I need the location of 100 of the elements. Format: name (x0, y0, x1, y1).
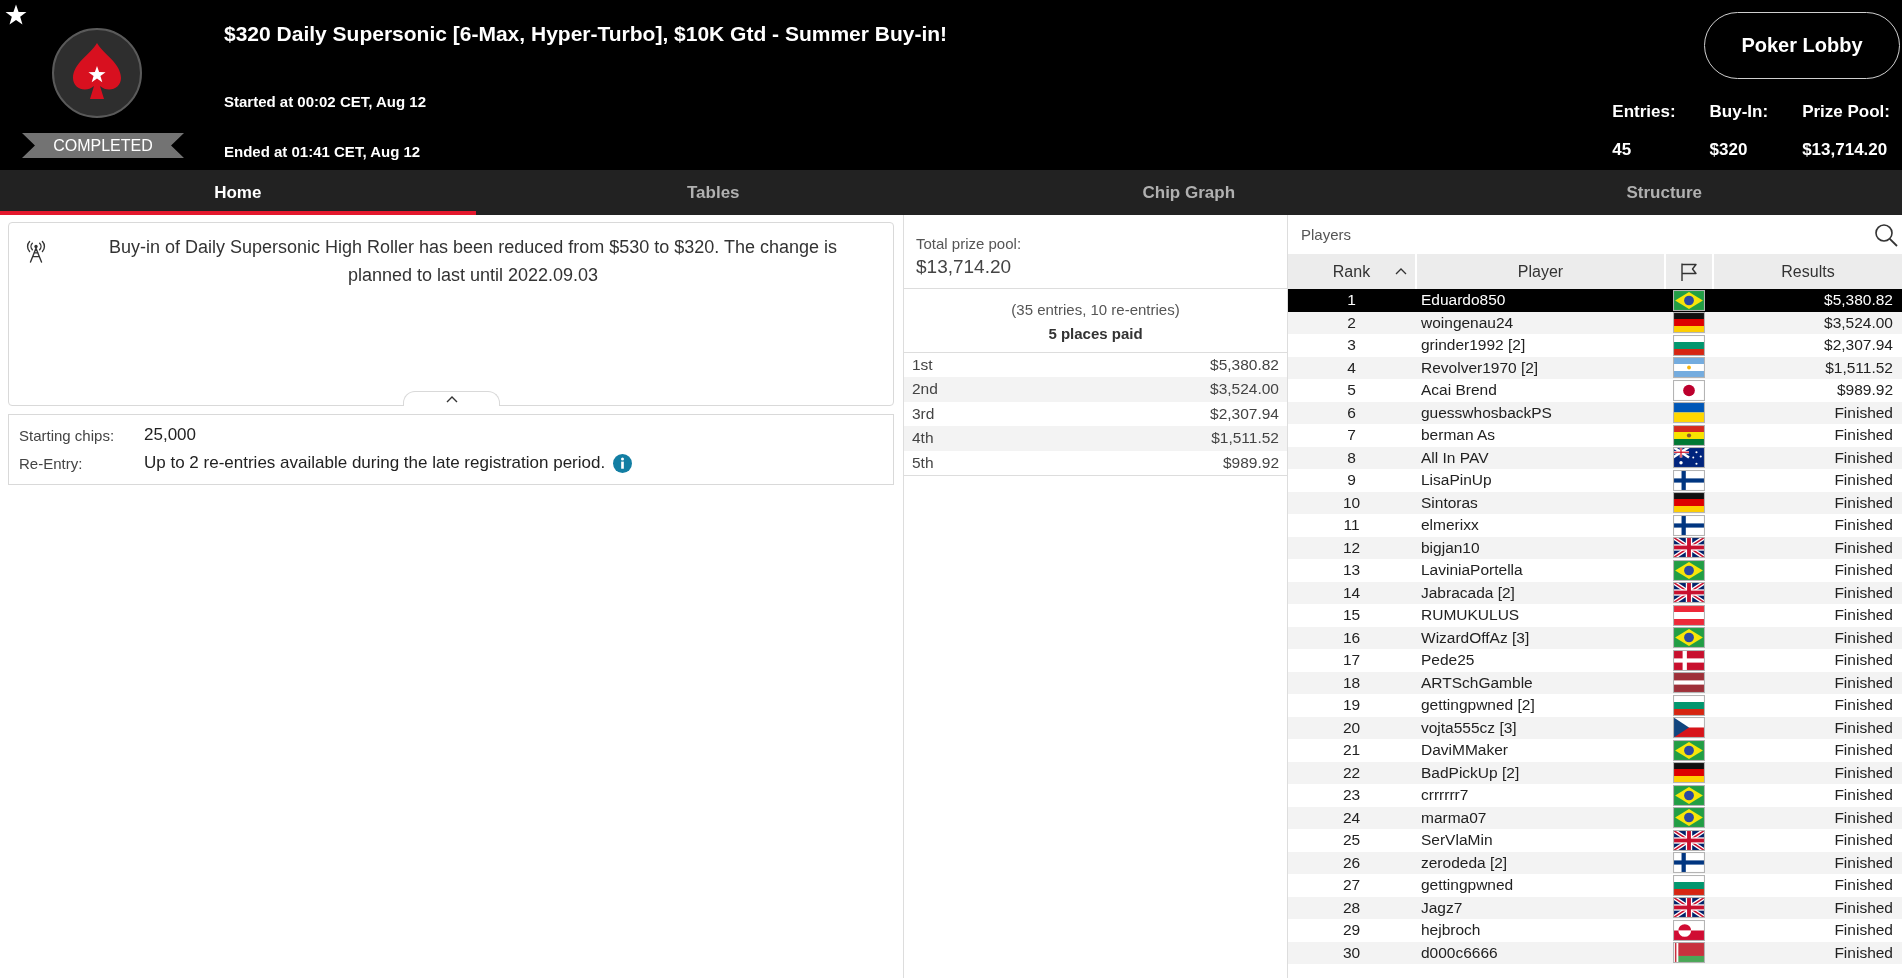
germany-flag-icon (1673, 492, 1705, 514)
player-name-cell-text: Pede25 (1420, 650, 1476, 670)
player-row[interactable]: 6 guesswhosbackPS Finished (1288, 401, 1902, 424)
rank-cell-text: 20 (1341, 717, 1362, 738)
result-cell-text: Finished (1833, 852, 1894, 873)
rank-cell-text: 11 (1342, 515, 1361, 535)
japan-flag-icon (1673, 379, 1705, 401)
payout-place: 4th (912, 428, 934, 449)
rank-cell-text: 28 (1341, 897, 1362, 918)
player-row[interactable]: 3 grinder1992 [2] $2,307.94 (1288, 334, 1902, 357)
tab[interactable]: Structure (1426, 170, 1902, 215)
player-row[interactable]: 24 marma07 Finished (1288, 806, 1902, 829)
player-name-cell-text: guesswhosbackPS (1420, 402, 1553, 423)
brazil-flag-icon (1673, 289, 1705, 311)
player-row[interactable]: 19 gettingpwned [2] Finished (1288, 694, 1902, 717)
payout-amount: $3,524.00 (1210, 379, 1279, 400)
flag-outline-icon (1679, 261, 1699, 282)
player-name-cell-text: LisaPinUp (1420, 470, 1493, 490)
player-name-cell-text: crrrrrr7 (1420, 785, 1470, 805)
result-cell-text: Finished (1833, 762, 1894, 783)
rank-cell-text: 12 (1341, 537, 1362, 558)
result-cell-text: Finished (1833, 807, 1894, 828)
player-name-cell-text: Acai Brend (1420, 380, 1498, 400)
player-row[interactable]: 4 Revolver1970 [2] $1,511.52 (1288, 356, 1902, 379)
rank-cell-text: 10 (1341, 492, 1362, 513)
player-row[interactable]: 17 Pede25 Finished (1288, 649, 1902, 672)
result-cell-text: Finished (1833, 942, 1894, 963)
player-row[interactable]: 13 LaviniaPortella Finished (1288, 559, 1902, 582)
tournament-title: $320 Daily Supersonic [6-Max, Hyper-Turbo], $10K Gtd - Summer Buy-in! (224, 21, 948, 47)
player-row[interactable]: 26 zerodeda [2] Finished (1288, 851, 1902, 874)
prize-pool-label: Total prize pool: (916, 234, 1023, 254)
player-row[interactable]: 25 SerVlaMin Finished (1288, 829, 1902, 852)
player-row[interactable]: 20 vojta555cz [3] Finished (1288, 716, 1902, 739)
result-cell-text: Finished (1833, 560, 1894, 580)
bulgaria-flag-icon (1673, 334, 1705, 356)
payout-place: 1st (912, 355, 933, 375)
player-row[interactable]: 21 DaviMMaker Finished (1288, 739, 1902, 762)
poker-lobby-button[interactable]: Poker Lobby (1704, 12, 1900, 79)
result-cell-text: Finished (1833, 740, 1894, 760)
tab[interactable]: Chip Graph (951, 170, 1427, 215)
player-name-cell-text: d000c6666 (1420, 942, 1499, 963)
player-row[interactable]: 12 bigjan10 Finished (1288, 536, 1902, 559)
player-name-cell-text: woingenau24 (1420, 312, 1515, 333)
tab[interactable]: Tables (475, 170, 951, 215)
player-row[interactable]: 23 crrrrrr7 Finished (1288, 784, 1902, 807)
player-row[interactable]: 9 LisaPinUp Finished (1288, 469, 1902, 492)
player-row[interactable]: 14 Jabracada [2] Finished (1288, 581, 1902, 604)
player-row[interactable]: 27 gettingpwned Finished (1288, 874, 1902, 897)
rank-cell-text: 15 (1341, 605, 1362, 625)
player-name-cell-text: gettingpwned [2] (1420, 695, 1536, 715)
player-name-cell-text: WizardOffAz [3] (1420, 627, 1531, 648)
player-name-cell-text: BadPickUp [2] (1420, 762, 1521, 783)
result-cell-text: $989.92 (1835, 380, 1894, 400)
star-icon[interactable] (4, 3, 28, 26)
player-row[interactable]: 1 Eduardo850 $5,380.82 (1288, 289, 1902, 312)
column-header[interactable]: Rank (1288, 254, 1415, 289)
result-cell-text: Finished (1833, 470, 1894, 490)
player-name-cell-text: SerVlaMin (1420, 830, 1494, 850)
rank-cell-text: 13 (1341, 560, 1362, 580)
germany-flag-icon (1673, 762, 1705, 784)
player-row[interactable]: 11 elmerixx Finished (1288, 514, 1902, 537)
player-row[interactable]: 22 BadPickUp [2] Finished (1288, 761, 1902, 784)
rank-cell-text: 17 (1341, 650, 1362, 670)
column-header[interactable]: Player (1417, 254, 1664, 289)
info-icon[interactable] (613, 453, 633, 473)
player-row[interactable]: 7 berman As Finished (1288, 424, 1902, 447)
tab[interactable]: Home (0, 170, 476, 215)
payout-place: 3rd (912, 403, 935, 424)
rank-cell-text: 2 (1346, 312, 1357, 333)
column-header[interactable]: Results (1714, 254, 1902, 289)
result-cell-text: Finished (1833, 830, 1894, 850)
rank-cell-text: 29 (1341, 920, 1362, 940)
player-name-cell-text: Sintoras (1420, 492, 1479, 513)
stat-value: $13,714.20 (1802, 139, 1889, 161)
search-icon[interactable] (1874, 222, 1898, 247)
stat-label: Buy-In: (1709, 101, 1769, 123)
payout-place: 2nd (912, 379, 938, 400)
united-kingdom-flag-icon (1673, 537, 1705, 559)
spade-logo-icon (51, 27, 143, 119)
player-row[interactable]: 10 Sintoras Finished (1288, 491, 1902, 514)
player-name-cell-text: All In PAV (1420, 447, 1490, 468)
player-row[interactable]: 15 RUMUKULUS Finished (1288, 604, 1902, 627)
bulgaria-flag-icon (1673, 874, 1705, 896)
player-row[interactable]: 16 WizardOffAz [3] Finished (1288, 626, 1902, 649)
result-cell-text: Finished (1833, 515, 1894, 535)
player-row[interactable]: 28 Jagz7 Finished (1288, 896, 1902, 919)
players-title: Players (1301, 226, 1352, 243)
column-header[interactable] (1666, 254, 1712, 289)
detail-label: Starting chips: (19, 426, 116, 444)
rank-cell-text: 8 (1346, 447, 1357, 468)
player-name-cell-text: LaviniaPortella (1420, 560, 1524, 580)
player-row[interactable]: 8 All In PAV Finished (1288, 446, 1902, 469)
player-row[interactable]: 5 Acai Brend $989.92 (1288, 379, 1902, 402)
player-row[interactable]: 29 hejbroch Finished (1288, 919, 1902, 942)
player-row[interactable]: 2 woingenau24 $3,524.00 (1288, 311, 1902, 334)
payout-amount: $2,307.94 (1210, 403, 1279, 424)
player-name-cell-text: RUMUKULUS (1420, 605, 1521, 625)
rank-cell-text: 21 (1341, 740, 1362, 760)
player-row[interactable]: 30 d000c6666 Finished (1288, 941, 1902, 964)
player-row[interactable]: 18 ARTSchGamble Finished (1288, 671, 1902, 694)
